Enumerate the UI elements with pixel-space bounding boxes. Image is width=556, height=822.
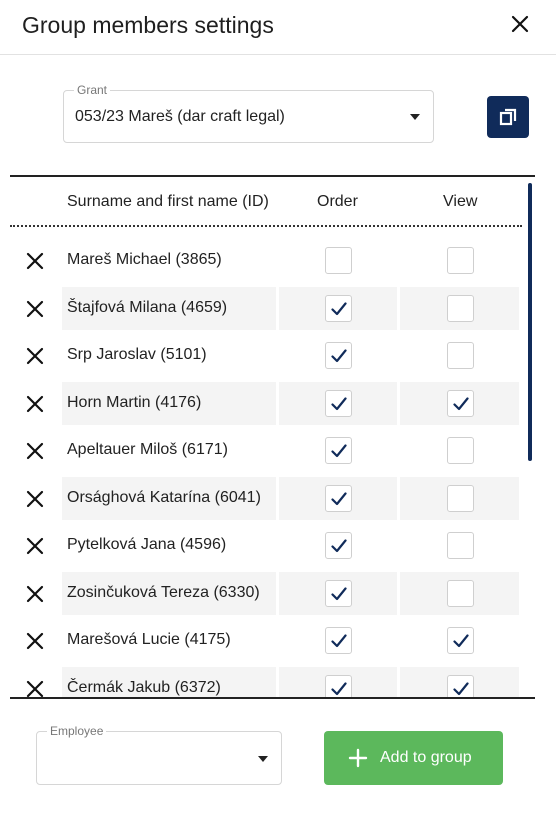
close-icon [25, 347, 45, 370]
order-checkbox[interactable] [325, 437, 352, 464]
close-icon [25, 442, 45, 465]
table-row: Orsághová Katarína (6041) [10, 475, 522, 523]
close-button[interactable] [506, 10, 534, 38]
member-name: Orsághová Katarína (6041) [67, 488, 261, 506]
table-row: Zosinčuková Tereza (6330) [10, 570, 522, 618]
remove-member-button[interactable] [25, 536, 45, 556]
close-icon [25, 300, 45, 323]
members-table: Surname and first name (ID) Order View M… [10, 175, 535, 699]
order-checkbox[interactable] [325, 674, 352, 697]
order-checkbox[interactable] [325, 484, 352, 512]
table-row: Marešová Lucie (4175) [10, 617, 522, 665]
order-checkbox[interactable] [325, 389, 352, 417]
remove-member-button[interactable] [25, 346, 45, 366]
remove-member-button[interactable] [25, 679, 45, 698]
chevron-down-icon [258, 756, 268, 762]
add-to-group-label: Add to group [380, 749, 472, 766]
member-name: Apeltauer Miloš (6171) [67, 441, 228, 458]
close-icon [25, 585, 45, 608]
grant-value: 053/23 Mareš (dar craft legal) [75, 108, 285, 125]
column-header-order: Order [317, 193, 358, 210]
member-name: Horn Martin (4176) [67, 393, 202, 411]
copy-icon [499, 108, 517, 126]
remove-member-button[interactable] [25, 251, 45, 271]
chevron-down-icon [410, 114, 420, 120]
view-checkbox[interactable] [447, 342, 474, 369]
employee-label: Employee [47, 724, 107, 738]
dialog-title: Group members settings [22, 12, 274, 38]
employee-select[interactable]: Employee [36, 724, 282, 785]
table-scrollbar[interactable] [528, 183, 532, 461]
order-checkbox[interactable] [325, 247, 352, 274]
remove-member-button[interactable] [25, 299, 45, 319]
close-icon [25, 632, 45, 655]
close-icon [511, 15, 529, 33]
close-icon [25, 490, 45, 513]
view-checkbox[interactable] [447, 389, 474, 417]
view-checkbox[interactable] [447, 484, 474, 512]
close-icon [25, 252, 45, 275]
order-checkbox[interactable] [325, 342, 352, 369]
order-checkbox[interactable] [325, 294, 352, 322]
remove-member-button[interactable] [25, 394, 45, 414]
copy-button[interactable] [487, 96, 529, 138]
table-row: Horn Martin (4176) [10, 380, 522, 428]
view-checkbox[interactable] [447, 674, 474, 697]
table-row: Apeltauer Miloš (6171) [10, 427, 522, 475]
order-checkbox[interactable] [325, 579, 352, 607]
remove-member-button[interactable] [25, 631, 45, 651]
table-row: Štajfová Milana (4659) [10, 285, 522, 333]
member-name: Mareš Michael (3865) [67, 251, 222, 268]
view-checkbox[interactable] [447, 579, 474, 607]
table-row: Srp Jaroslav (5101) [10, 332, 522, 380]
close-icon [25, 395, 45, 418]
member-name: Čermák Jakub (6372) [67, 678, 221, 696]
dialog-header: Group members settings [0, 0, 556, 55]
remove-member-button[interactable] [25, 584, 45, 604]
member-name: Zosinčuková Tereza (6330) [67, 583, 260, 601]
table-row: Mareš Michael (3865) [10, 237, 522, 285]
order-checkbox[interactable] [325, 627, 352, 654]
grant-label: Grant [74, 83, 111, 97]
remove-member-button[interactable] [25, 489, 45, 509]
column-header-view: View [443, 193, 478, 210]
plus-icon [348, 748, 368, 768]
view-checkbox[interactable] [447, 627, 474, 654]
table-header: Surname and first name (ID) Order View [10, 177, 522, 227]
grant-select[interactable]: Grant 053/23 Mareš (dar craft legal) [63, 83, 434, 143]
view-checkbox[interactable] [447, 532, 474, 559]
remove-member-button[interactable] [25, 441, 45, 461]
close-icon [25, 537, 45, 560]
table-body: Mareš Michael (3865) Štajfová Milana (465… [10, 237, 522, 698]
member-name: Marešová Lucie (4175) [67, 631, 231, 648]
close-icon [25, 680, 45, 698]
table-row: Čermák Jakub (6372) [10, 665, 522, 698]
member-name: Srp Jaroslav (5101) [67, 346, 207, 363]
add-to-group-button[interactable]: Add to group [324, 731, 503, 785]
view-checkbox[interactable] [447, 247, 474, 274]
member-name: Pytelková Jana (4596) [67, 536, 227, 553]
order-checkbox[interactable] [325, 532, 352, 559]
view-checkbox[interactable] [447, 294, 474, 322]
member-name: Štajfová Milana (4659) [67, 298, 228, 316]
view-checkbox[interactable] [447, 437, 474, 464]
table-row: Pytelková Jana (4596) [10, 522, 522, 570]
column-header-name: Surname and first name (ID) [67, 193, 269, 210]
